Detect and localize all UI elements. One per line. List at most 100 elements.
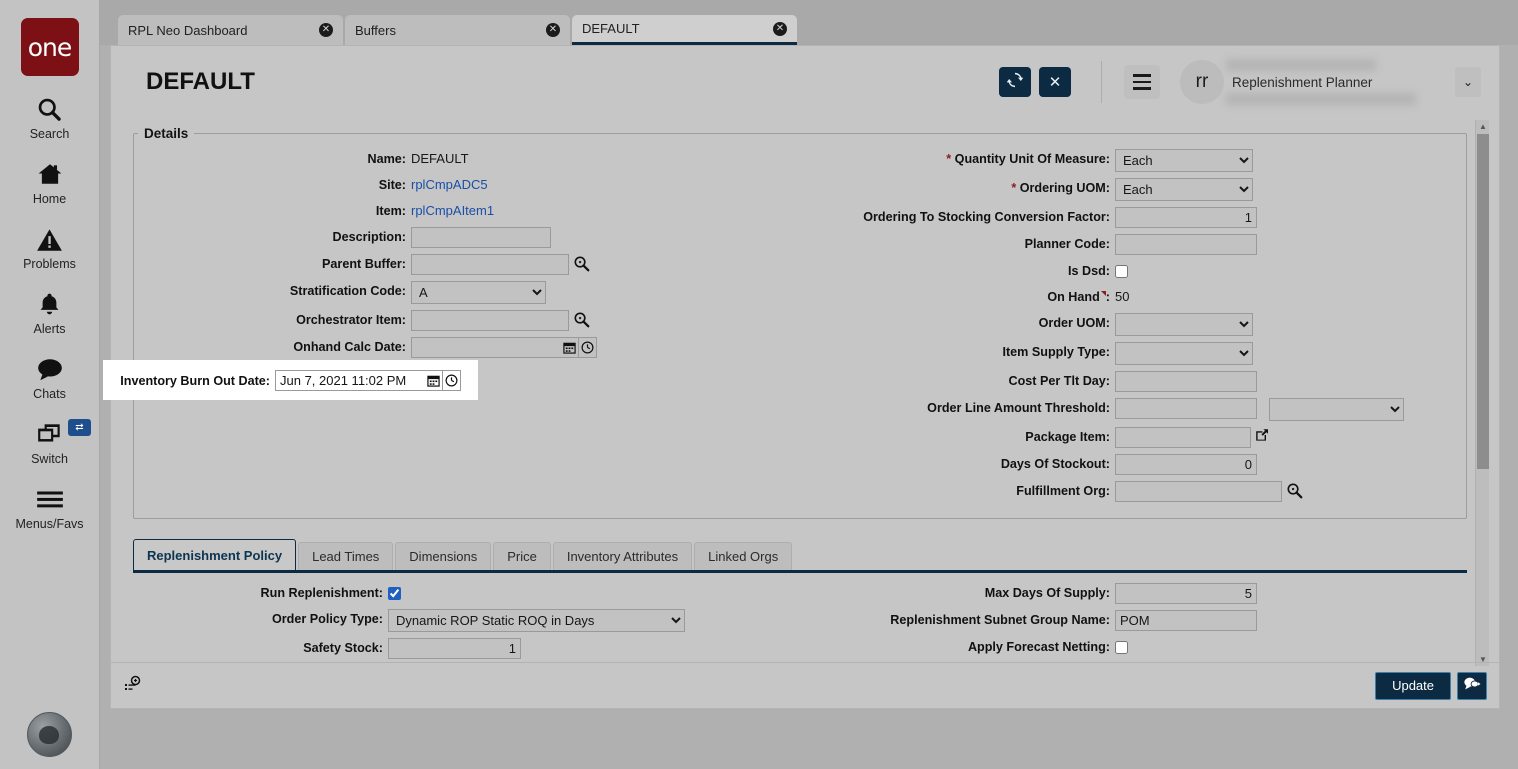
rail-item-home[interactable]: Home bbox=[0, 157, 99, 206]
field-row-orchestrator-item: Orchestrator Item: bbox=[144, 310, 800, 331]
field-row-package-item: Package Item: bbox=[800, 427, 1466, 448]
rail-item-alerts[interactable]: Alerts bbox=[0, 287, 99, 336]
field-row-run-replenishment: Run Replenishment: bbox=[133, 583, 800, 603]
description-input[interactable] bbox=[411, 227, 551, 248]
header-divider bbox=[1101, 61, 1102, 103]
switch-badge-icon[interactable]: ⇄ bbox=[68, 419, 91, 436]
search-icon[interactable] bbox=[573, 311, 590, 328]
tab-dimensions[interactable]: Dimensions bbox=[395, 542, 491, 570]
onhand-calc-date-input[interactable] bbox=[411, 337, 561, 358]
order-line-amount-threshold-unit-select[interactable] bbox=[1269, 398, 1404, 421]
field-row-onhand-calc-date: Onhand Calc Date: bbox=[144, 337, 800, 358]
close-icon[interactable]: ✕ bbox=[319, 23, 333, 37]
window-tab-default[interactable]: DEFAULT ✕ bbox=[572, 15, 797, 45]
replenishment-subnet-group-name-input[interactable] bbox=[1115, 610, 1257, 631]
field-row-quantity-uom: * Quantity Unit Of Measure: Each bbox=[800, 149, 1466, 172]
calendar-icon[interactable] bbox=[425, 370, 443, 391]
close-page-button[interactable]: ✕ bbox=[1039, 67, 1071, 97]
chevron-down-icon[interactable]: ⌄ bbox=[1455, 67, 1481, 97]
field-row-name: Name: DEFAULT bbox=[144, 149, 800, 169]
field-label: Item: bbox=[144, 201, 411, 220]
parent-buffer-input[interactable] bbox=[411, 254, 569, 275]
brand-logo-text: one bbox=[28, 33, 72, 62]
field-row-order-uom: Order UOM: bbox=[800, 313, 1466, 336]
required-marker: * bbox=[946, 152, 951, 166]
order-line-amount-threshold-input[interactable] bbox=[1115, 398, 1257, 419]
legend-icon[interactable] bbox=[123, 675, 145, 697]
field-label: Max Days Of Supply: bbox=[800, 583, 1115, 602]
rail-item-menus-favs[interactable]: Menus/Favs bbox=[0, 482, 99, 531]
field-row-order-policy-type: Order Policy Type: Dynamic ROP Static RO… bbox=[133, 609, 800, 632]
close-icon[interactable]: ✕ bbox=[546, 23, 560, 37]
scroll-up-arrow-icon[interactable]: ▲ bbox=[1476, 120, 1490, 133]
clock-icon[interactable] bbox=[579, 337, 597, 358]
field-label: Planner Code: bbox=[800, 234, 1115, 253]
tab-lead-times[interactable]: Lead Times bbox=[298, 542, 393, 570]
field-label: On Hand: bbox=[800, 287, 1115, 306]
window-tab-label: Buffers bbox=[355, 23, 546, 38]
tab-linked-orgs[interactable]: Linked Orgs bbox=[694, 542, 792, 570]
days-of-stockout-input[interactable] bbox=[1115, 454, 1257, 475]
field-label: Parent Buffer: bbox=[144, 254, 411, 273]
field-link-site[interactable]: rplCmpADC5 bbox=[411, 175, 488, 192]
page-title: DEFAULT bbox=[146, 68, 991, 96]
fulfillment-org-input[interactable] bbox=[1115, 481, 1282, 502]
item-supply-type-select[interactable] bbox=[1115, 342, 1253, 365]
brand-logo[interactable]: one bbox=[21, 18, 79, 76]
tab-label: Dimensions bbox=[409, 549, 477, 564]
refresh-icon bbox=[1007, 72, 1023, 92]
search-icon[interactable] bbox=[1286, 482, 1303, 499]
search-icon[interactable] bbox=[573, 255, 590, 272]
on-hand-value: 50 bbox=[1115, 287, 1129, 304]
details-legend: Details bbox=[138, 126, 194, 141]
order-policy-type-select[interactable]: Dynamic ROP Static ROQ in Days bbox=[388, 609, 685, 632]
chat-bubble-icon bbox=[36, 352, 64, 386]
window-tab-label: DEFAULT bbox=[582, 21, 773, 36]
scrollbar-thumb[interactable] bbox=[1477, 134, 1489, 469]
is-dsd-checkbox[interactable] bbox=[1115, 265, 1128, 278]
safety-stock-input[interactable] bbox=[388, 638, 521, 659]
chat-button[interactable] bbox=[1457, 672, 1487, 700]
field-link-item[interactable]: rplCmpAItem1 bbox=[411, 201, 494, 218]
clock-icon[interactable] bbox=[443, 370, 461, 391]
inventory-burn-out-date-highlight-overlay: Inventory Burn Out Date: bbox=[103, 360, 478, 400]
tab-replenishment-policy[interactable]: Replenishment Policy bbox=[133, 539, 296, 570]
max-days-of-supply-input[interactable] bbox=[1115, 583, 1257, 604]
rail-item-chats[interactable]: Chats bbox=[0, 352, 99, 401]
close-icon[interactable]: ✕ bbox=[773, 22, 787, 36]
ordering-to-stocking-conversion-factor-input[interactable] bbox=[1115, 207, 1257, 228]
field-label: Is Dsd: bbox=[800, 261, 1115, 280]
window-tab-rpl-neo-dashboard[interactable]: RPL Neo Dashboard ✕ bbox=[118, 15, 343, 45]
rail-item-problems[interactable]: Problems bbox=[0, 222, 99, 271]
tab-price[interactable]: Price bbox=[493, 542, 551, 570]
run-replenishment-checkbox[interactable] bbox=[388, 587, 401, 600]
external-link-icon[interactable] bbox=[1255, 428, 1269, 442]
rail-item-search[interactable]: Search bbox=[0, 92, 99, 141]
page-footer: Update bbox=[111, 662, 1499, 708]
stratification-code-select[interactable]: A bbox=[411, 281, 546, 304]
update-button[interactable]: Update bbox=[1375, 672, 1451, 700]
rail-user-avatar[interactable] bbox=[27, 712, 72, 757]
order-uom-select[interactable] bbox=[1115, 313, 1253, 336]
orchestrator-item-input[interactable] bbox=[411, 310, 569, 331]
package-item-input[interactable] bbox=[1115, 427, 1251, 448]
refresh-button[interactable] bbox=[999, 67, 1031, 97]
calendar-icon[interactable] bbox=[561, 337, 579, 358]
rail-item-switch[interactable]: ⇄ Switch bbox=[0, 417, 99, 466]
planner-code-input[interactable] bbox=[1115, 234, 1257, 255]
window-tab-strip: RPL Neo Dashboard ✕ Buffers ✕ DEFAULT ✕ bbox=[100, 0, 1518, 45]
field-label: Days Of Stockout: bbox=[800, 454, 1115, 473]
detail-tab-row: Replenishment Policy Lead Times Dimensio… bbox=[133, 539, 1467, 573]
tab-inventory-attributes[interactable]: Inventory Attributes bbox=[553, 542, 692, 570]
menu-button[interactable] bbox=[1124, 65, 1160, 99]
avatar[interactable]: rr bbox=[1180, 60, 1224, 104]
inventory-burn-out-date-input[interactable] bbox=[275, 370, 425, 391]
vertical-scrollbar[interactable]: ▲ ▼ bbox=[1475, 120, 1489, 666]
quantity-uom-select[interactable]: Each bbox=[1115, 149, 1253, 172]
apply-forecast-netting-checkbox[interactable] bbox=[1115, 641, 1128, 654]
window-tab-buffers[interactable]: Buffers ✕ bbox=[345, 15, 570, 45]
cost-per-tlt-day-input[interactable] bbox=[1115, 371, 1257, 392]
field-label: Package Item: bbox=[800, 427, 1115, 446]
window-tab-label: RPL Neo Dashboard bbox=[128, 23, 319, 38]
ordering-uom-select[interactable]: Each bbox=[1115, 178, 1253, 201]
